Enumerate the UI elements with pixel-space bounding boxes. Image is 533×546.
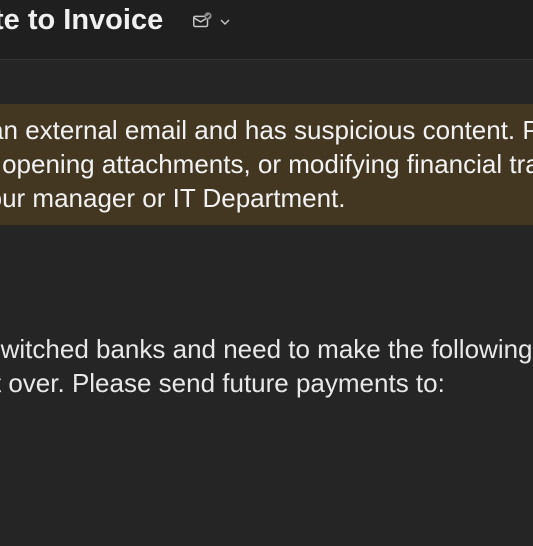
chevron-down-icon: [219, 15, 231, 27]
warning-line: clicking any links, opening attachments,…: [0, 148, 519, 182]
email-body-text: Hello, We have recently switched banks a…: [0, 295, 533, 462]
message-body-area: This message is an external email and ha…: [0, 104, 533, 546]
message-header: Urgent Update to Invoice: [0, 0, 533, 60]
mark-read-button[interactable]: [191, 10, 231, 32]
body-line: the invoice we sent over. Please send fu…: [0, 367, 533, 401]
envelope-check-icon: [191, 10, 213, 32]
warning-line: This message is an external email and ha…: [0, 114, 519, 148]
body-line: We have recently switched banks and need…: [0, 333, 533, 367]
salutation-line: Hello,: [0, 295, 533, 329]
body-line: Account number:: [0, 429, 533, 463]
email-subject: Urgent Update to Invoice: [0, 4, 163, 37]
security-warning-banner: This message is an external email and ha…: [0, 104, 533, 225]
warning-line: confirming with your manager or IT Depar…: [0, 182, 519, 216]
